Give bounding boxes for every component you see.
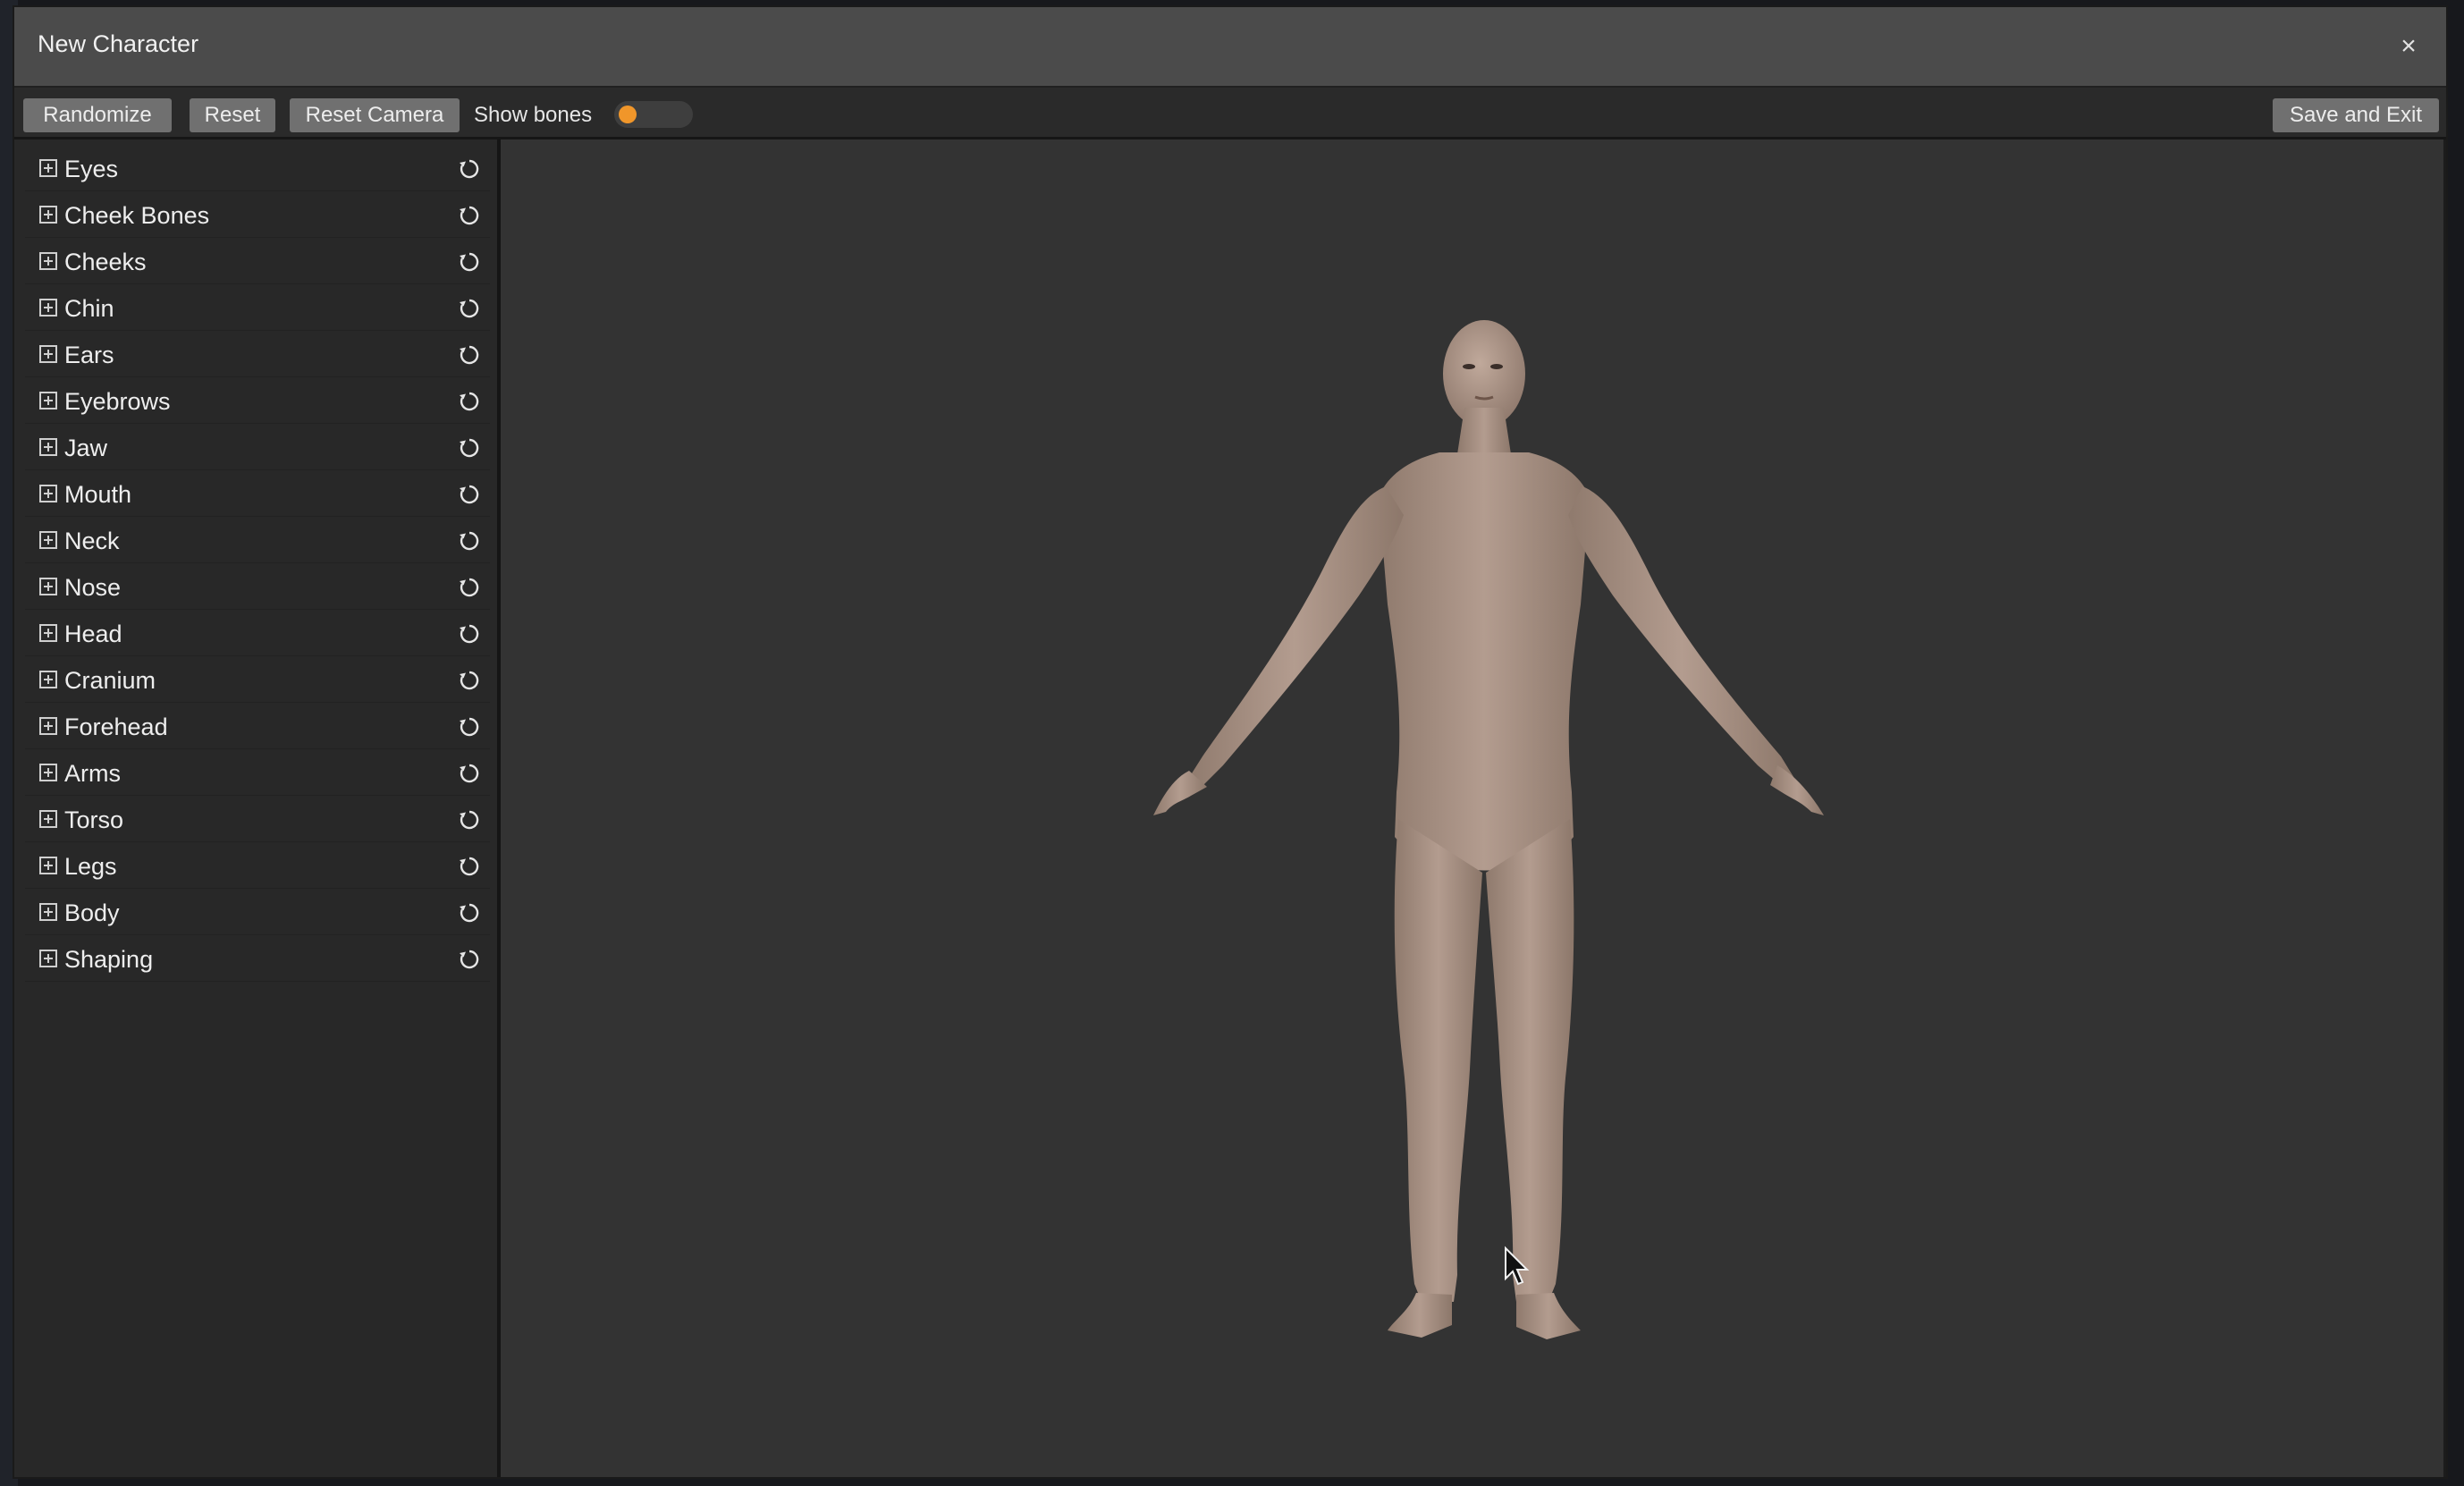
plus-square-icon[interactable] (39, 299, 57, 317)
reset-circle-icon[interactable] (458, 715, 481, 739)
reset-button[interactable]: Reset (190, 98, 275, 132)
category-label: Cheeks (64, 249, 147, 275)
character-left-foot (1388, 1293, 1452, 1338)
category-label: Torso (64, 806, 124, 833)
category-label: Forehead (64, 713, 168, 740)
category-row-arms[interactable]: Arms (25, 751, 490, 796)
category-label: Chin (64, 295, 114, 322)
category-label: Shaping (64, 946, 154, 973)
category-row-head[interactable]: Head (25, 612, 490, 656)
category-label: Eyes (64, 156, 119, 182)
category-row-torso[interactable]: Torso (25, 798, 490, 842)
category-row-mouth[interactable]: Mouth (25, 472, 490, 517)
category-row-eyebrows[interactable]: Eyebrows (25, 379, 490, 424)
plus-square-icon[interactable] (39, 717, 57, 735)
plus-square-icon[interactable] (39, 206, 57, 224)
plus-square-icon[interactable] (39, 764, 57, 781)
plus-square-icon[interactable] (39, 578, 57, 595)
morph-category-list: Eyes Cheek Bones Cheeks Chin Ears Eyebrows Jaw… (14, 139, 501, 1477)
reset-circle-icon[interactable] (458, 622, 481, 646)
character-model[interactable] (501, 139, 2448, 1479)
category-label: Cranium (64, 667, 156, 694)
reset-circle-icon[interactable] (458, 250, 481, 274)
category-row-legs[interactable]: Legs (25, 844, 490, 889)
toolbar: Randomize Reset Reset Camera Show bones … (14, 88, 2446, 139)
category-row-forehead[interactable]: Forehead (25, 705, 490, 749)
character-right-arm (1568, 486, 1795, 787)
show-bones-toggle[interactable] (614, 101, 693, 128)
category-row-neck[interactable]: Neck (25, 519, 490, 563)
reset-circle-icon[interactable] (458, 669, 481, 692)
category-row-cheeks[interactable]: Cheeks (25, 240, 490, 284)
reset-circle-icon[interactable] (458, 204, 481, 227)
category-row-cheek-bones[interactable]: Cheek Bones (25, 193, 490, 238)
plus-square-icon[interactable] (39, 950, 57, 967)
plus-square-icon[interactable] (39, 159, 57, 177)
character-torso (1379, 452, 1590, 871)
category-label: Body (64, 899, 120, 926)
reset-circle-icon[interactable] (458, 390, 481, 413)
reset-circle-icon[interactable] (458, 762, 481, 785)
category-row-body[interactable]: Body (25, 891, 490, 935)
character-left-leg (1394, 819, 1482, 1302)
plus-square-icon[interactable] (39, 624, 57, 642)
dialog-title: New Character (38, 30, 199, 57)
3d-viewport[interactable] (501, 139, 2446, 1477)
category-row-ears[interactable]: Ears (25, 333, 490, 377)
toggle-knob (619, 106, 637, 123)
category-row-eyes[interactable]: Eyes (25, 147, 490, 191)
save-and-exit-button[interactable]: Save and Exit (2273, 98, 2439, 132)
randomize-button[interactable]: Randomize (23, 98, 172, 132)
character-right-foot (1516, 1293, 1581, 1339)
category-label: Head (64, 621, 122, 647)
category-label: Nose (64, 574, 122, 601)
plus-square-icon[interactable] (39, 485, 57, 502)
reset-circle-icon[interactable] (458, 483, 481, 506)
reset-camera-button[interactable]: Reset Camera (290, 98, 460, 132)
plus-square-icon[interactable] (39, 857, 57, 874)
reset-circle-icon[interactable] (458, 901, 481, 925)
reset-circle-icon[interactable] (458, 297, 481, 320)
category-label: Mouth (64, 481, 132, 508)
category-label: Eyebrows (64, 388, 171, 415)
new-character-dialog: New Character × Randomize Reset Reset Ca… (13, 5, 2448, 1479)
plus-square-icon[interactable] (39, 903, 57, 921)
reset-circle-icon[interactable] (458, 576, 481, 599)
category-label: Legs (64, 853, 117, 880)
close-icon[interactable]: × (2391, 29, 2426, 64)
reset-circle-icon[interactable] (458, 855, 481, 878)
category-row-jaw[interactable]: Jaw (25, 426, 490, 470)
reset-circle-icon[interactable] (458, 436, 481, 460)
category-row-shaping[interactable]: Shaping (25, 937, 490, 982)
category-label: Ears (64, 342, 114, 368)
plus-square-icon[interactable] (39, 810, 57, 828)
plus-square-icon[interactable] (39, 438, 57, 456)
reset-circle-icon[interactable] (458, 808, 481, 832)
character-neck (1457, 408, 1511, 454)
reset-circle-icon[interactable] (458, 157, 481, 181)
titlebar: New Character × (14, 7, 2446, 88)
show-bones-label: Show bones (474, 103, 593, 127)
category-label: Arms (64, 760, 121, 787)
category-row-nose[interactable]: Nose (25, 565, 490, 610)
plus-square-icon[interactable] (39, 671, 57, 688)
plus-square-icon[interactable] (39, 252, 57, 270)
category-row-chin[interactable]: Chin (25, 286, 490, 331)
character-left-arm (1186, 486, 1404, 790)
plus-square-icon[interactable] (39, 531, 57, 549)
category-label: Neck (64, 528, 120, 554)
reset-circle-icon[interactable] (458, 529, 481, 553)
category-label: Cheek Bones (64, 202, 210, 229)
category-label: Jaw (64, 435, 108, 461)
reset-circle-icon[interactable] (458, 948, 481, 971)
plus-square-icon[interactable] (39, 392, 57, 409)
character-right-hand (1770, 765, 1824, 815)
category-row-cranium[interactable]: Cranium (25, 658, 490, 703)
character-right-leg (1486, 819, 1574, 1302)
reset-circle-icon[interactable] (458, 343, 481, 367)
plus-square-icon[interactable] (39, 345, 57, 363)
